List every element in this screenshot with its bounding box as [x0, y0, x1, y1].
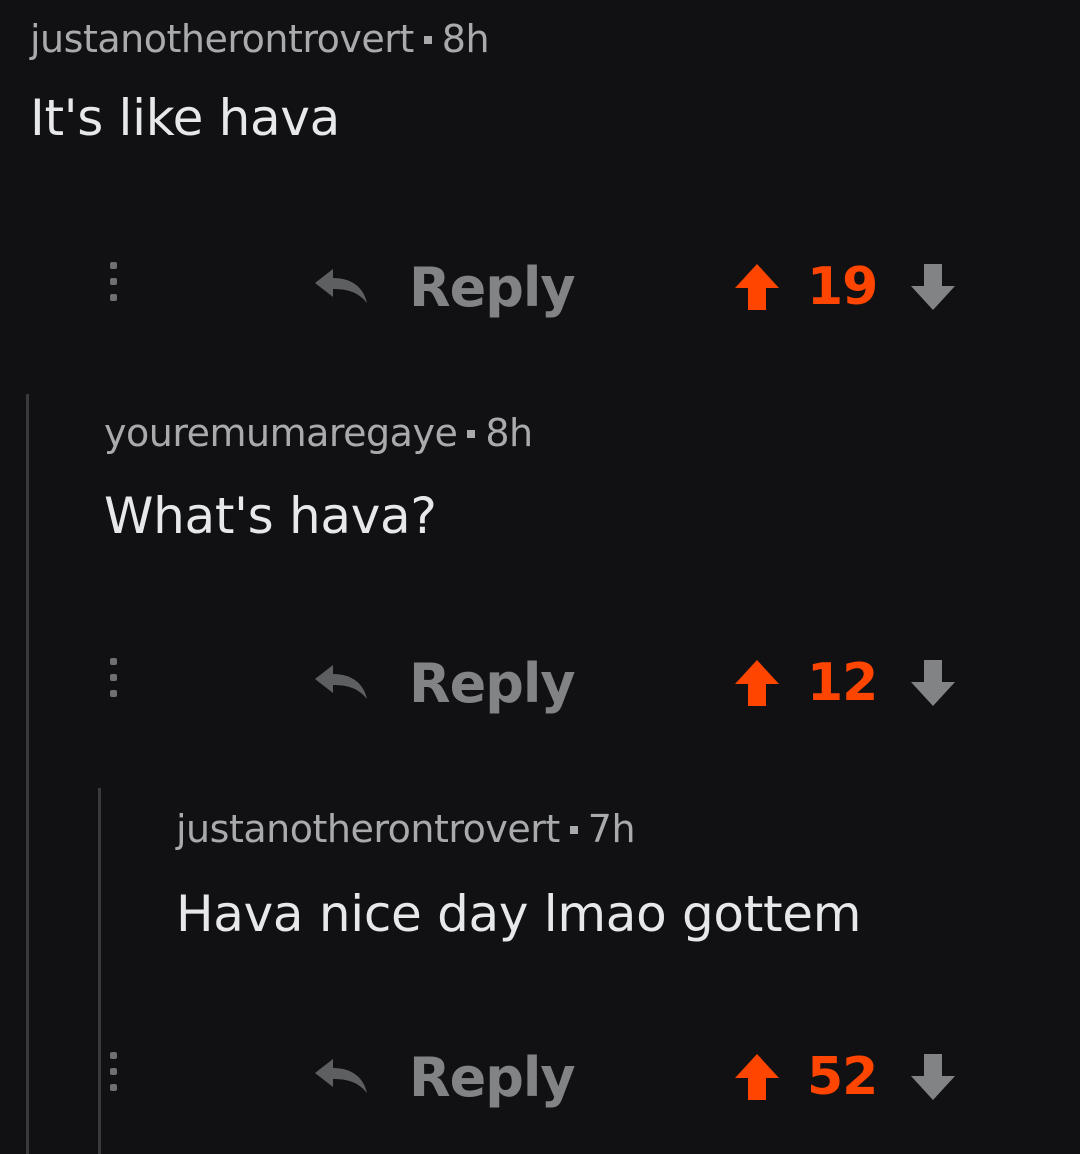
comment-meta: youremumaregaye 8h: [104, 410, 533, 456]
separator-dot: [467, 429, 476, 438]
separator-dot: [569, 825, 578, 834]
more-options-icon[interactable]: [108, 262, 120, 312]
reply-arrow-icon: [315, 269, 367, 303]
comment: justanotherontrovert 8h It's like hava: [30, 16, 490, 148]
comment-meta: justanotherontrovert 8h: [30, 16, 490, 62]
thread-line-level-2[interactable]: [98, 788, 101, 1154]
comment-time: 8h: [441, 17, 490, 61]
vote-controls: 52: [733, 1042, 957, 1112]
reply-label: Reply: [409, 651, 576, 715]
comment-body: Hava nice day lmao gottem: [176, 885, 862, 943]
separator-dot: [423, 35, 432, 44]
comment-time: 7h: [587, 807, 636, 851]
comment-time: 8h: [485, 411, 533, 455]
vote-score: 19: [807, 257, 878, 317]
comment-author[interactable]: youremumaregaye: [104, 411, 458, 455]
comment-actions: Reply 52: [108, 1042, 1008, 1112]
upvote-arrow-icon[interactable]: [733, 658, 781, 708]
thread-line-level-1[interactable]: [26, 394, 29, 1154]
comment-meta: justanotherontrovert 7h: [176, 806, 861, 852]
reply-button[interactable]: Reply: [313, 1042, 576, 1112]
comment-actions: Reply 19: [108, 252, 1008, 322]
upvote-arrow-icon[interactable]: [733, 262, 781, 312]
vote-controls: 12: [733, 648, 957, 718]
comment: youremumaregaye 8h What's hava?: [104, 410, 533, 546]
reply-arrow-icon: [315, 665, 367, 699]
comment: justanotherontrovert 7h Hava nice day lma…: [176, 806, 861, 944]
reply-label: Reply: [409, 1045, 576, 1109]
comment-body: It's like hava: [30, 89, 341, 147]
upvote-arrow-icon[interactable]: [733, 1052, 781, 1102]
comment-author[interactable]: justanotherontrovert: [30, 17, 414, 61]
reply-label: Reply: [409, 255, 576, 319]
reply-button[interactable]: Reply: [313, 252, 576, 322]
more-options-icon[interactable]: [108, 658, 120, 708]
comment-author[interactable]: justanotherontrovert: [176, 807, 560, 851]
comment-body: What's hava?: [104, 487, 437, 545]
downvote-arrow-icon[interactable]: [909, 1052, 957, 1102]
downvote-arrow-icon[interactable]: [909, 658, 957, 708]
comment-actions: Reply 12: [108, 648, 1008, 718]
vote-score: 52: [807, 1047, 878, 1107]
reply-arrow-icon: [315, 1059, 367, 1093]
downvote-arrow-icon[interactable]: [909, 262, 957, 312]
reply-button[interactable]: Reply: [313, 648, 576, 718]
more-options-icon[interactable]: [108, 1052, 120, 1102]
vote-score: 12: [807, 653, 878, 713]
vote-controls: 19: [733, 252, 957, 322]
